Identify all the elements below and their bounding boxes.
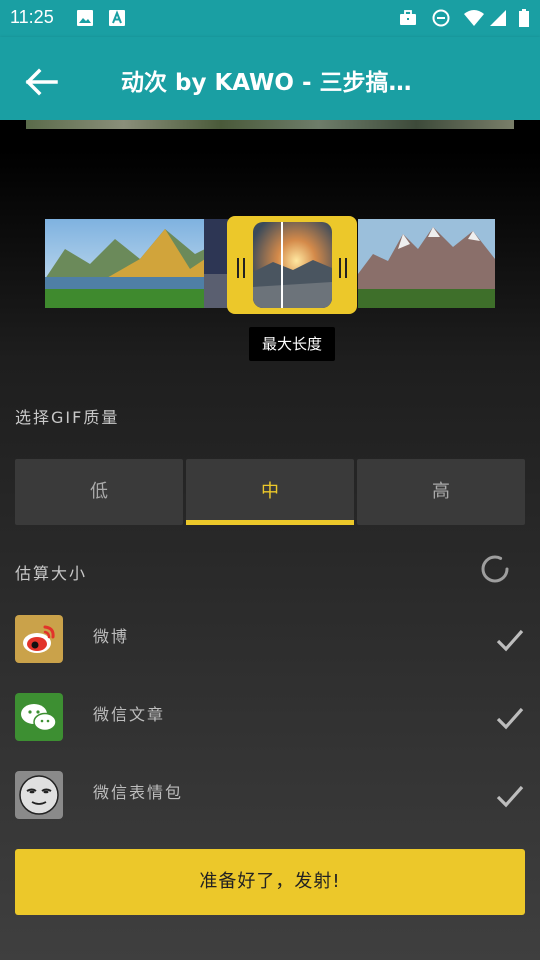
trim-handle[interactable]: [227, 216, 357, 314]
target-label: 微信文章: [93, 705, 166, 724]
a-box-icon: [109, 10, 125, 26]
target-row-weibo[interactable]: 微博: [0, 615, 540, 675]
arrow-back-icon[interactable]: [20, 61, 62, 103]
target-label: 微博: [93, 627, 130, 646]
wifi-icon: [464, 10, 484, 26]
checkmark-icon[interactable]: [495, 625, 525, 655]
signal-icon: [490, 10, 506, 26]
image-icon: [77, 10, 93, 26]
film-frame: [45, 219, 205, 308]
gif-preview: [26, 120, 514, 129]
status-bar: 11:25: [0, 0, 540, 37]
app-bar: 动次 by KAWO - 三步搞…: [0, 37, 540, 120]
estimate-size-label: 估算大小: [15, 564, 88, 583]
film-frame: [358, 219, 495, 308]
selected-frame: [253, 222, 332, 308]
target-row-wechat-article[interactable]: 微信文章: [0, 693, 540, 753]
quality-option-high[interactable]: 高: [357, 459, 525, 525]
quality-section-label: 选择GIF质量: [15, 408, 120, 427]
target-label: 微信表情包: [93, 783, 184, 802]
loading-spinner-icon: [481, 555, 509, 583]
checkmark-icon[interactable]: [495, 703, 525, 733]
drag-grip-left-icon[interactable]: [237, 258, 245, 278]
briefcase-icon: [400, 10, 416, 25]
status-time: 11:25: [10, 7, 54, 27]
wechat-icon: [15, 693, 63, 741]
quality-option-low[interactable]: 低: [15, 459, 183, 525]
sticker-face-icon: [15, 771, 63, 819]
quality-option-medium[interactable]: 中: [186, 459, 354, 525]
do-not-disturb-icon: [432, 9, 450, 27]
weibo-icon: [15, 615, 63, 663]
page-title: 动次 by KAWO - 三步搞…: [121, 70, 412, 96]
battery-icon: [519, 9, 529, 27]
film-frame: [204, 219, 228, 308]
checkmark-icon[interactable]: [495, 781, 525, 811]
drag-grip-right-icon[interactable]: [339, 258, 347, 278]
launch-button[interactable]: 准备好了，发射!: [15, 849, 525, 915]
target-row-wechat-sticker[interactable]: 微信表情包: [0, 771, 540, 831]
max-length-tooltip: 最大长度: [249, 327, 335, 361]
